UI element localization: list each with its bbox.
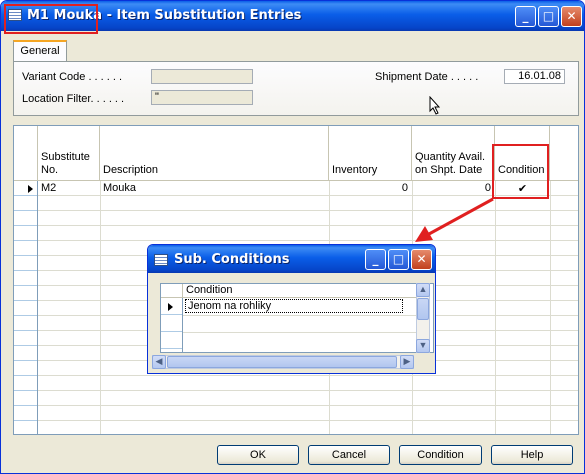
title-bar[interactable]: M1 Mouka - Item Substitution Entries _ □…: [1, 1, 584, 31]
row-selector-header: [14, 126, 38, 180]
cell-qty-avail[interactable]: 0: [415, 182, 491, 196]
ok-button[interactable]: OK: [217, 445, 299, 465]
annotation-arrow-icon: [415, 197, 494, 242]
column-header-substitute-no[interactable]: Substitute No.: [38, 126, 100, 180]
column-header-condition[interactable]: Condition: [183, 284, 419, 298]
form-icon: [154, 254, 168, 266]
scroll-thumb[interactable]: [417, 298, 429, 320]
column-divider: [550, 181, 551, 434]
horizontal-scrollbar[interactable]: ◀ ▶: [152, 355, 414, 369]
cell-condition-checkmark-icon[interactable]: ✔: [495, 182, 550, 196]
dialog-minimize-button[interactable]: _: [365, 249, 386, 270]
row-selector-column[interactable]: [14, 181, 38, 434]
scroll-down-icon[interactable]: ▼: [416, 339, 430, 353]
vertical-scrollbar[interactable]: ▲ ▼: [416, 283, 430, 353]
variant-code-label: Variant Code . . . . . .: [22, 71, 123, 83]
mouse-pointer-icon: [429, 96, 441, 115]
shipment-date-label: Shipment Date . . . . .: [375, 71, 479, 83]
column-header-qty-avail[interactable]: Quantity Avail. on Shpt. Date: [412, 126, 495, 180]
minimize-button[interactable]: _: [515, 6, 536, 27]
scroll-thumb[interactable]: [167, 356, 397, 368]
cell-substitute-no[interactable]: M2: [41, 182, 56, 196]
close-button[interactable]: ✕: [561, 6, 582, 27]
general-panel: Variant Code . . . . . . Location Filter…: [13, 61, 579, 116]
cell-description[interactable]: Mouka: [103, 182, 136, 196]
column-header-inventory[interactable]: Inventory: [329, 126, 412, 180]
maximize-button[interactable]: □: [538, 6, 559, 27]
location-filter-label: Location Filter. . . . . .: [22, 93, 125, 105]
current-row-indicator-icon: [28, 185, 33, 193]
dialog-maximize-button[interactable]: □: [388, 249, 409, 270]
row-divider: [183, 315, 419, 316]
column-divider: [495, 181, 496, 434]
cell-inventory[interactable]: 0: [332, 182, 408, 196]
row-divider: [183, 332, 419, 333]
scroll-up-icon[interactable]: ▲: [416, 283, 430, 297]
item-substitution-window: M1 Mouka - Item Substitution Entries _ □…: [0, 0, 585, 474]
variant-code-field[interactable]: [151, 69, 253, 84]
dialog-close-button[interactable]: ✕: [411, 249, 432, 270]
cell-condition[interactable]: Jenom na rohliky: [185, 299, 403, 313]
dialog-title: Sub. Conditions: [174, 252, 290, 267]
window-title: M1 Mouka - Item Substitution Entries: [27, 8, 302, 23]
location-filter-field[interactable]: ": [151, 90, 253, 105]
tab-general[interactable]: General: [13, 40, 67, 62]
current-row-indicator-icon: [168, 303, 173, 311]
conditions-grid[interactable]: Condition Jenom na rohliky: [160, 283, 434, 353]
column-divider: [100, 181, 101, 434]
column-header-condition[interactable]: Condition: [495, 126, 550, 180]
cancel-button[interactable]: Cancel: [308, 445, 390, 465]
column-header-description[interactable]: Description: [100, 126, 329, 180]
row-selector-header: [161, 284, 183, 298]
form-icon: [8, 9, 22, 21]
scroll-left-icon[interactable]: ◀: [152, 355, 166, 369]
condition-button[interactable]: Condition: [399, 445, 482, 465]
dialog-title-bar[interactable]: Sub. Conditions _ □ ✕: [148, 245, 435, 273]
shipment-date-field[interactable]: 16.01.08: [504, 69, 565, 84]
sub-conditions-dialog: Sub. Conditions _ □ ✕ Condition Jenom na…: [147, 244, 436, 374]
scroll-right-icon[interactable]: ▶: [400, 355, 414, 369]
help-button[interactable]: Help: [491, 445, 573, 465]
